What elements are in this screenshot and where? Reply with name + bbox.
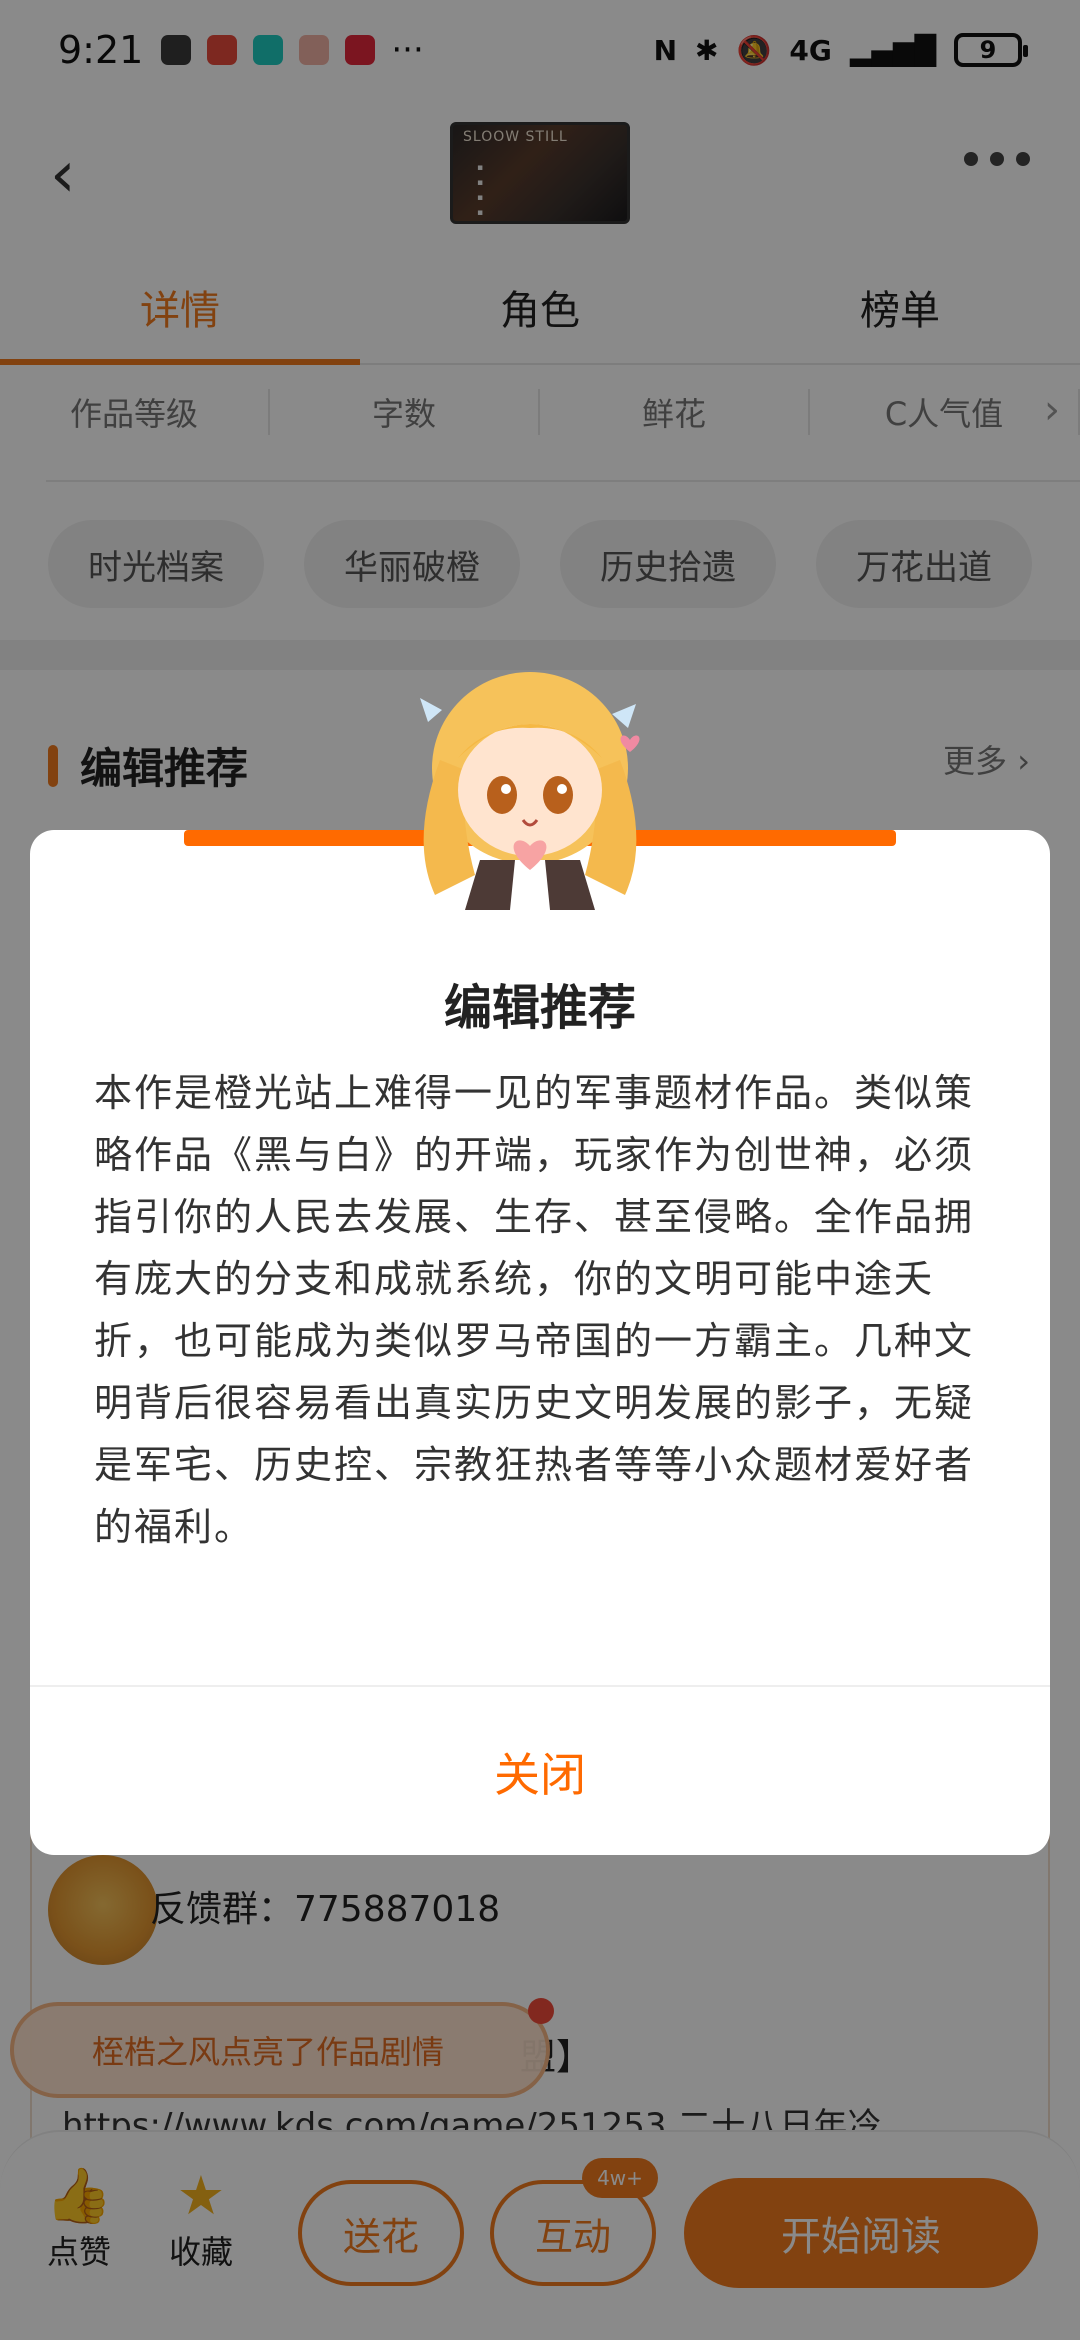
dialog-title: 编辑推荐 [443,980,636,1036]
close-button[interactable]: 关闭 [30,1688,1050,1855]
app-screen: 9:21 ··· N ✱ 🔕 4G ▂▄▆█ 9 ‹ SLOOW STILL ▪… [0,0,1080,2340]
dialog-divider [30,1685,1050,1687]
mascot-girl-illustration [420,672,640,910]
editor-recommend-dialog: 编辑推荐 本作是橙光站上难得一见的军事题材作品。类似策略作品《黑与白》的开端，玩… [30,830,1050,1855]
dialog-body: 本作是橙光站上难得一见的军事题材作品。类似策略作品《黑与白》的开端，玩家作为创世… [94,1071,975,1549]
